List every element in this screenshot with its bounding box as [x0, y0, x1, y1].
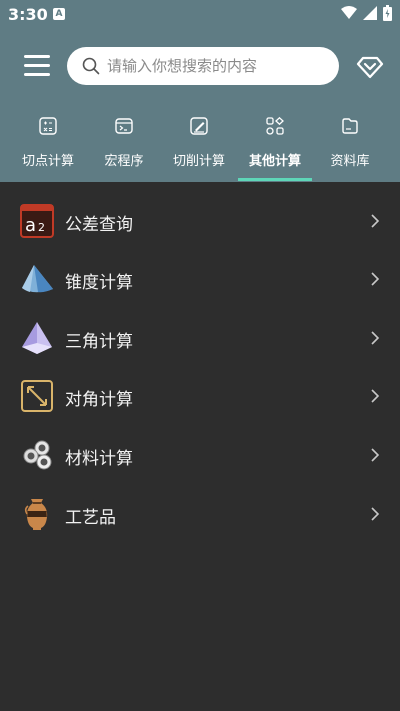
svg-text:a: a — [25, 215, 36, 236]
chevron-right-icon — [371, 389, 380, 403]
tab-label: 宏程序 — [104, 154, 144, 169]
tolerance-a2-icon: a 2 — [20, 204, 54, 238]
tab-qita[interactable]: 其他计算 — [235, 112, 315, 182]
tab-label: 资料库 — [330, 154, 370, 169]
a-notification-icon: A — [53, 8, 65, 20]
active-tab-indicator — [238, 178, 312, 181]
chevron-right-icon — [371, 214, 380, 228]
list-item-label: 公差查询 — [65, 215, 133, 235]
list-item-triangle[interactable]: 三角计算 — [0, 309, 400, 367]
tab-qiedian[interactable]: 切点计算 — [8, 112, 88, 182]
tab-hongchengxu[interactable]: 宏程序 — [84, 112, 164, 182]
chevron-right-icon — [371, 272, 380, 286]
grid-shapes-icon — [266, 116, 284, 135]
list-item-diagonal[interactable]: 对角计算 — [0, 367, 400, 425]
wifi-icon — [341, 6, 357, 19]
list-item-material[interactable]: 材料计算 — [0, 426, 400, 484]
folder-icon — [342, 118, 358, 134]
tab-ziliaoku[interactable]: 资料库 — [310, 112, 390, 182]
chevron-right-icon — [371, 507, 380, 521]
category-tabs: 切点计算 宏程序 切削计算 其他计算 资料库 — [0, 112, 400, 182]
vase-icon — [24, 499, 48, 530]
hamburger-menu-icon[interactable] — [24, 55, 50, 77]
svg-text:2: 2 — [38, 221, 45, 234]
chevron-right-icon — [371, 331, 380, 345]
tab-label: 切点计算 — [21, 154, 74, 169]
status-time: 3:30 — [8, 5, 48, 24]
terminal-icon — [115, 118, 133, 134]
tab-label: 切削计算 — [172, 154, 225, 169]
list-item-label: 锥度计算 — [65, 273, 133, 293]
diamond-vip-icon[interactable] — [356, 53, 384, 81]
tab-qiexiao[interactable]: 切削计算 — [159, 112, 239, 182]
metal-pipes-icon — [23, 440, 52, 470]
header-panel: 3:30 A 切点计算 — [0, 0, 400, 182]
chevron-right-icon — [371, 448, 380, 462]
diagonal-icon — [21, 380, 53, 412]
search-bar[interactable] — [67, 47, 339, 85]
edit-pen-icon — [190, 117, 208, 135]
pyramid-icon — [22, 322, 52, 354]
list-item-label: 对角计算 — [65, 390, 133, 410]
search-icon — [82, 57, 100, 75]
calculator-icon — [39, 117, 57, 135]
battery-icon — [383, 5, 392, 21]
list-item-cone[interactable]: 锥度计算 — [0, 250, 400, 308]
list-item-label: 工艺品 — [65, 508, 116, 528]
list-item-label: 材料计算 — [65, 449, 133, 469]
list-item-crafts[interactable]: 工艺品 — [0, 485, 400, 543]
signal-icon — [363, 6, 377, 20]
list-item-label: 三角计算 — [65, 332, 133, 352]
search-input[interactable] — [107, 56, 322, 76]
status-bar: 3:30 A — [0, 0, 400, 28]
list-item-tolerance[interactable]: a 2 公差查询 — [0, 192, 400, 250]
system-icons — [341, 5, 392, 21]
cone-icon — [22, 265, 53, 293]
tab-label: 其他计算 — [248, 154, 301, 169]
